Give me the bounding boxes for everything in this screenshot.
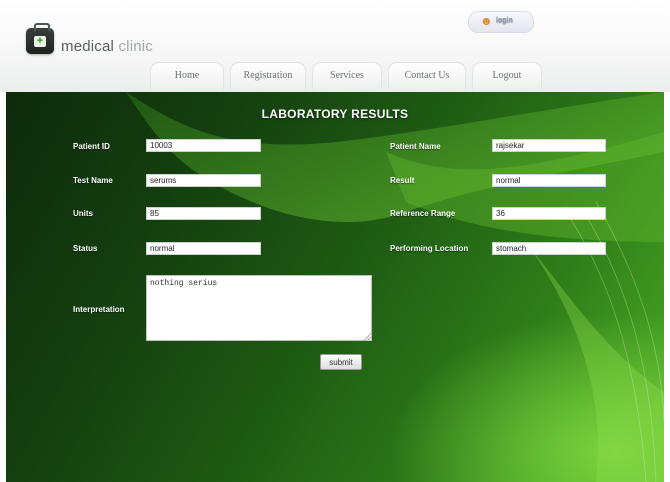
user-icon: ☻ [480,14,493,28]
login-label: login [496,17,513,24]
reference-range-input[interactable] [492,207,606,220]
interpretation-textarea[interactable]: nothing serius [146,275,372,341]
patient-name-input[interactable] [492,139,606,152]
interpretation-label: Interpretation [73,305,125,314]
reference-range-label: Reference Range [390,209,456,218]
nav-registration[interactable]: Registration [230,62,306,89]
patient-id-label: Patient ID [73,142,110,151]
site-header: + medical clinic ☻ login Home Registrati… [0,0,670,92]
units-input[interactable] [146,207,261,220]
status-input[interactable] [146,242,261,255]
patient-name-label: Patient Name [390,142,441,151]
test-name-label: Test Name [73,176,113,185]
results-panel: LABORATORY RESULTS Patient ID Test Name … [6,92,664,482]
result-label: Result [390,176,415,185]
patient-id-input[interactable] [146,139,261,152]
login-button[interactable]: ☻ login [468,11,534,33]
units-label: Units [73,209,93,218]
status-label: Status [73,244,98,253]
main-nav: Home Registration Services Contact Us Lo… [150,62,542,90]
nav-contact-us[interactable]: Contact Us [388,62,466,89]
performing-location-input[interactable] [492,242,606,255]
site-logo-text[interactable]: medical clinic [61,38,153,55]
test-name-input[interactable] [146,174,261,187]
page-title: LABORATORY RESULTS [261,107,409,121]
nav-services[interactable]: Services [312,62,382,89]
performing-location-label: Performing Location [390,244,469,253]
logo-word-clinic: clinic [118,38,154,55]
submit-button[interactable]: submit [320,354,362,370]
nav-home[interactable]: Home [150,62,224,89]
result-input[interactable] [492,174,606,187]
logo-word-medical: medical [61,38,115,55]
medical-kit-icon: + [26,23,54,54]
nav-logout[interactable]: Logout [472,62,542,89]
resize-grip-icon[interactable] [364,333,371,340]
